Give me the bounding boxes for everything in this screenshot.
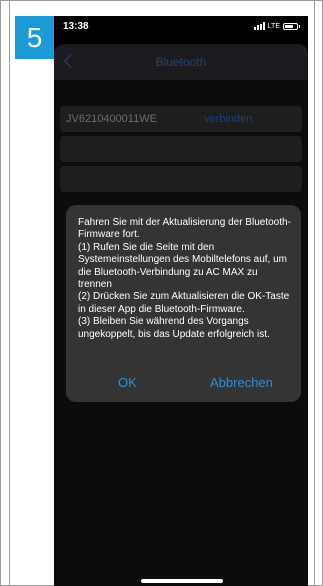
- cancel-button[interactable]: Abbrechen: [210, 375, 273, 390]
- ok-button[interactable]: OK: [118, 375, 137, 390]
- status-indicators: LTE: [253, 22, 300, 30]
- navigation-bar: Bluetooth: [54, 44, 308, 80]
- frame-divider-left: [9, 0, 10, 586]
- device-name: JV6210400011WE: [66, 113, 157, 125]
- signal-icon: [253, 22, 265, 30]
- status-time: 13:38: [63, 21, 89, 32]
- connect-button[interactable]: verbinden: [204, 113, 252, 125]
- dialog-message: Fahren Sie mit der Aktualisierung der Bl…: [78, 217, 291, 340]
- status-bar: 13:38 LTE: [54, 16, 308, 40]
- bluetooth-content: JV6210400011WE verbinden Fahren Sie mit …: [54, 80, 308, 586]
- list-item[interactable]: JV6210400011WE verbinden: [60, 106, 302, 132]
- phone-screen: 13:38 LTE Bluetooth JV6210400011WE verbi…: [54, 16, 308, 586]
- home-indicator[interactable]: [141, 579, 223, 583]
- page-title: Bluetooth: [155, 55, 207, 69]
- battery-icon: [283, 22, 300, 30]
- list-item-placeholder: [60, 166, 302, 192]
- list-item-placeholder: [60, 136, 302, 162]
- frame-divider-right: [314, 0, 315, 586]
- firmware-update-dialog: Fahren Sie mit der Aktualisierung der Bl…: [66, 205, 301, 402]
- network-type: LTE: [267, 22, 280, 30]
- step-number-badge: 5: [15, 16, 54, 59]
